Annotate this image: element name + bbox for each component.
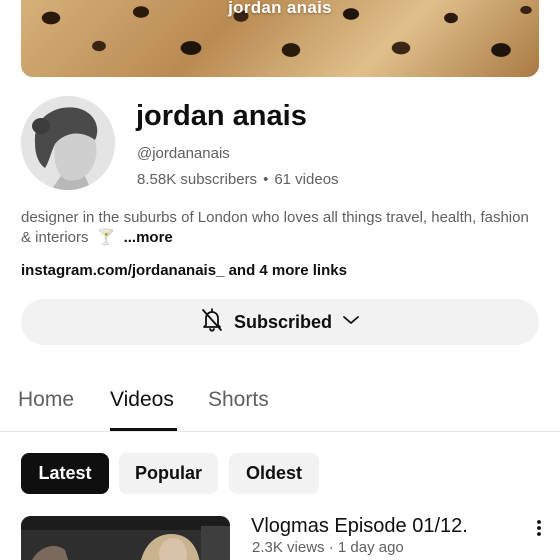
banner-title: jordan anais xyxy=(228,0,332,17)
avatar-portrait xyxy=(21,96,115,190)
tab-home[interactable]: Home xyxy=(18,388,74,412)
stats-separator: • xyxy=(263,171,269,188)
channel-description[interactable]: designer in the suburbs of London who lo… xyxy=(21,208,541,248)
meta-separator: · xyxy=(328,539,334,556)
chevron-down-icon xyxy=(342,313,360,331)
filter-latest[interactable]: Latest xyxy=(21,453,109,494)
subscriber-count: 8.58K subscribers xyxy=(137,171,258,188)
active-tab-indicator xyxy=(110,428,177,431)
tab-videos[interactable]: Videos xyxy=(110,388,174,412)
channel-handle: @jordananais xyxy=(137,145,230,162)
avatar[interactable] xyxy=(21,96,115,190)
thumbnail-image xyxy=(21,516,230,560)
video-views: 2.3K views xyxy=(252,539,325,556)
video-count: 61 videos xyxy=(274,171,339,188)
bell-off-icon xyxy=(200,307,224,338)
channel-stats: 8.58K subscribers • 61 videos xyxy=(137,171,339,188)
tab-shorts[interactable]: Shorts xyxy=(208,388,269,412)
channel-name: jordan anais xyxy=(136,100,307,132)
channel-tabs: Home Videos Shorts xyxy=(0,382,560,432)
video-thumbnail[interactable] xyxy=(21,516,230,560)
cocktail-emoji: 🍸 xyxy=(96,229,116,246)
video-meta: 2.3K views · 1 day ago xyxy=(252,539,404,556)
more-options-icon[interactable] xyxy=(530,517,548,539)
channel-links[interactable]: instagram.com/jordananais_ and 4 more li… xyxy=(21,262,347,279)
channel-banner: jordan anais xyxy=(21,0,539,77)
subscribed-label: Subscribed xyxy=(233,311,333,332)
more-links-link[interactable]: and 4 more links xyxy=(224,262,347,279)
filter-oldest[interactable]: Oldest xyxy=(229,453,319,494)
filter-popular[interactable]: Popular xyxy=(119,453,218,494)
instagram-link[interactable]: instagram.com/jordananais_ xyxy=(21,262,224,279)
subscribed-button[interactable]: Subscribed xyxy=(21,299,539,345)
video-age: 1 day ago xyxy=(337,539,404,556)
description-more-link[interactable]: ...more xyxy=(124,229,173,246)
video-title[interactable]: Vlogmas Episode 01/12. xyxy=(251,515,468,538)
